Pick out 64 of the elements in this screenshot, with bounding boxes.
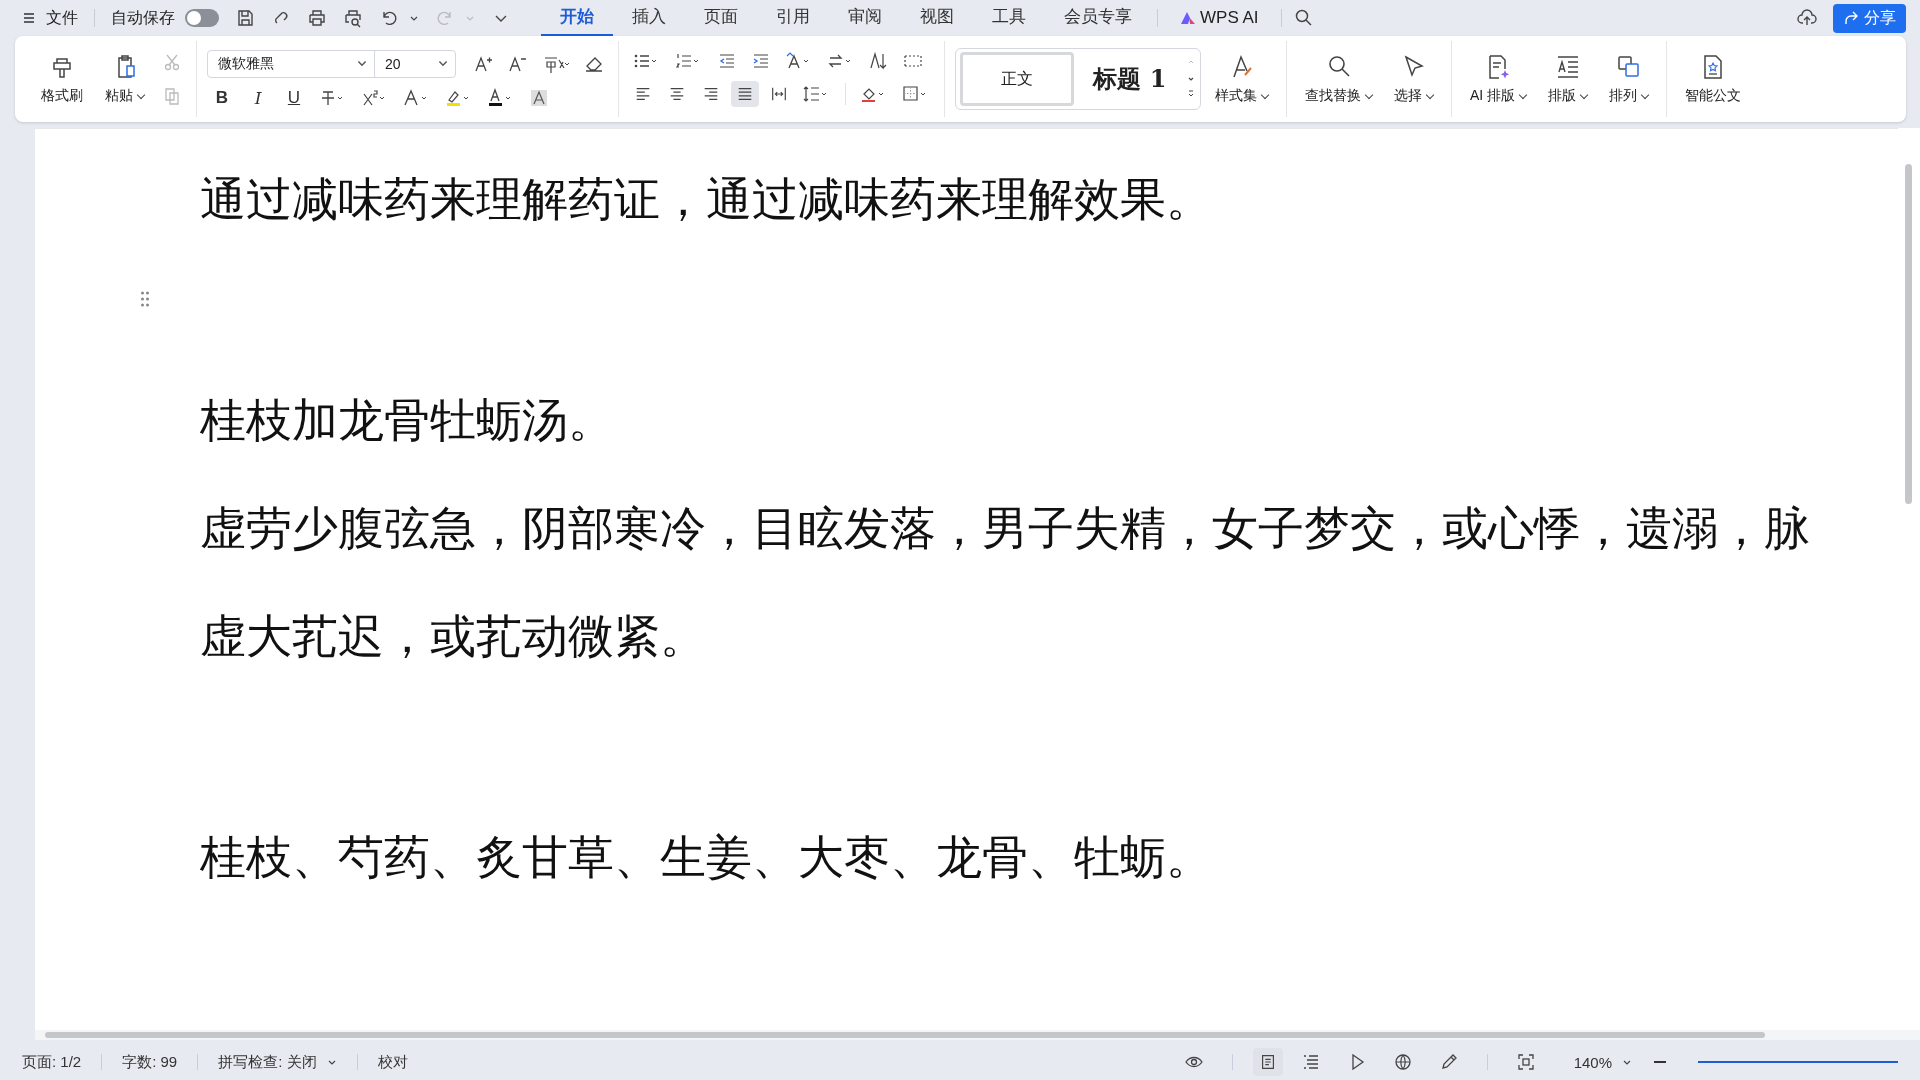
tool-button[interactable]: 选择: [1386, 49, 1441, 109]
style-option[interactable]: 正文: [960, 52, 1074, 106]
sort-icon[interactable]: [869, 51, 889, 71]
tool-button[interactable]: 查找替换: [1297, 49, 1380, 109]
scissors-icon: [162, 52, 182, 72]
document-paragraph: 桂枝、芍药、炙甘草、生姜、大枣、龙骨、牡蛎。: [200, 829, 1213, 886]
shrink-font-icon[interactable]: [508, 54, 528, 74]
align-left-icon: [634, 85, 652, 103]
phonetic-guide-icon[interactable]: [542, 54, 570, 74]
globe-icon[interactable]: [1392, 1052, 1413, 1072]
wps-ai-logo: [1180, 11, 1196, 25]
align-right-icon: [702, 85, 720, 103]
grow-font-icon[interactable]: [474, 54, 494, 74]
document-paragraph: 通过减味药来理解药证，通过减味药来理解效果。: [200, 171, 1213, 228]
text-format-button[interactable]: I: [243, 88, 273, 108]
distribute-icon: [770, 85, 788, 103]
ribbon-tab[interactable]: 插入: [613, 0, 685, 37]
decrease-indent-icon[interactable]: [717, 51, 737, 71]
layout-tool-button[interactable]: AI 排版: [1462, 49, 1535, 109]
autosave-label: 自动保存: [111, 7, 175, 28]
horizontal-scrollbar[interactable]: [35, 1030, 1920, 1040]
menu-icon[interactable]: [22, 11, 36, 25]
document-paragraph: 虚劳少腹弦急，阴部寒冷，目眩发落，男子失精，女子梦交，或心悸，遗溺，脉虚大芤迟，或芤动微紧。: [200, 500, 1811, 665]
document-paragraph: 桂枝加龙骨牡蛎汤。: [200, 392, 615, 449]
spell-check-status[interactable]: 拼写检查: 关闭: [218, 1052, 317, 1072]
ribbon-tab[interactable]: 审阅: [829, 0, 901, 37]
share-button[interactable]: 分享: [1833, 3, 1906, 33]
save-icon[interactable]: [235, 8, 255, 28]
ribbon-tab[interactable]: 会员专享: [1045, 0, 1151, 37]
style-option[interactable]: 标题 1: [1074, 55, 1186, 103]
text-format-button[interactable]: U: [279, 88, 309, 108]
layout-tool-button[interactable]: 排列: [1601, 49, 1657, 109]
drag-handle-icon[interactable]: [140, 291, 150, 307]
increase-indent-icon[interactable]: [751, 51, 771, 71]
file-menu[interactable]: 文件: [46, 7, 78, 29]
smart-document-button[interactable]: 智能公文: [1677, 49, 1750, 109]
print-icon[interactable]: [307, 8, 327, 28]
search-icon[interactable]: [1293, 8, 1314, 28]
print-preview-icon[interactable]: [343, 8, 363, 28]
fit-window-icon[interactable]: [1515, 1052, 1536, 1072]
text-format-button[interactable]: B: [207, 88, 237, 108]
autosave-toggle[interactable]: [185, 9, 219, 27]
ribbon-tab[interactable]: 视图: [901, 0, 973, 37]
vertical-scrollbar[interactable]: [1898, 128, 1920, 1030]
proofread-button[interactable]: 校对: [377, 1052, 408, 1072]
zoom-level[interactable]: 140%: [1573, 1053, 1612, 1071]
ribbon-tab[interactable]: 工具: [973, 0, 1045, 37]
layout-tool-button[interactable]: 排版: [1540, 49, 1596, 109]
word-count[interactable]: 字数: 99: [122, 1052, 178, 1072]
wps-ai-tab[interactable]: WPS AI: [1164, 8, 1275, 28]
align-button[interactable]: [731, 81, 759, 107]
align-center-icon: [668, 85, 686, 103]
page-view-button[interactable]: [1252, 1048, 1283, 1076]
ribbon-tab[interactable]: 引用: [757, 0, 829, 37]
style-set-button[interactable]: 样式集: [1207, 49, 1276, 109]
paste-button[interactable]: 粘贴: [97, 49, 152, 109]
copy-icon: [162, 86, 182, 106]
page-count[interactable]: 页面: 1/2: [22, 1052, 82, 1072]
justify-icon: [736, 85, 754, 103]
format-painter-button[interactable]: 格式刷: [33, 49, 91, 109]
share-icon: [1843, 10, 1859, 26]
cloud-upload-icon[interactable]: [1797, 8, 1817, 28]
character-shading-icon[interactable]: [529, 88, 549, 108]
ribbon-tab[interactable]: 页面: [685, 0, 757, 37]
